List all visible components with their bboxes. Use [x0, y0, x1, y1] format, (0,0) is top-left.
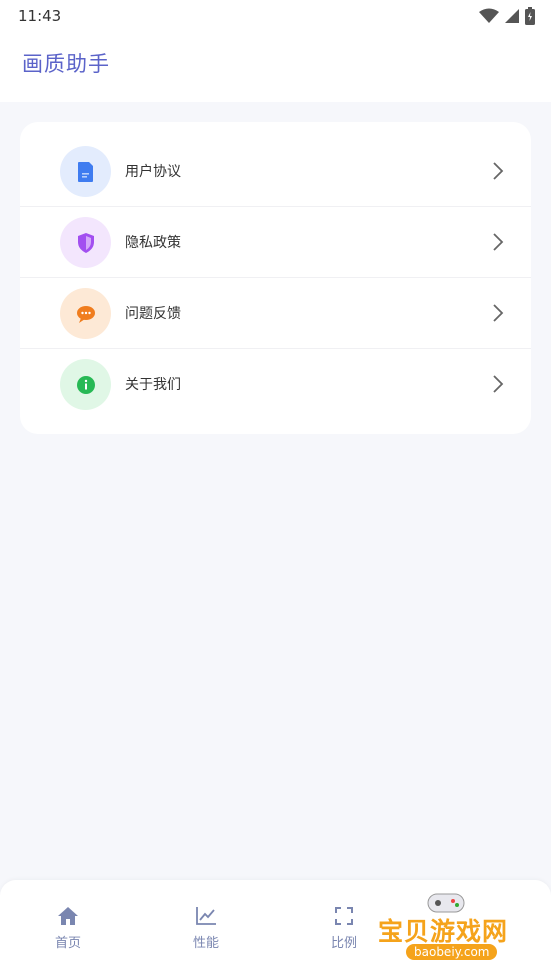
wifi-icon [479, 8, 499, 23]
page-title: 画质助手 [22, 52, 110, 76]
app-header: 画质助手 [0, 32, 551, 102]
battery-icon [525, 7, 535, 25]
status-bar: 11:43 [0, 0, 551, 32]
status-time: 11:43 [18, 7, 62, 25]
signal-icon [505, 9, 519, 23]
fullscreen-icon [335, 907, 353, 925]
watermark-text: 宝贝游戏网 [378, 917, 509, 946]
info-icon [76, 375, 95, 394]
status-icons [479, 6, 535, 26]
tab-performance[interactable]: 性能 [166, 906, 246, 956]
gamepad-icon [427, 893, 465, 913]
menu-card: 用户协议 隐私政策 问题反馈 关于我们 [20, 122, 531, 434]
shield-icon [77, 232, 94, 253]
home-icon [58, 907, 78, 925]
shield-icon-circle [60, 217, 111, 268]
menu-item-label: 用户协议 [125, 164, 181, 180]
chevron-right-icon [493, 233, 504, 251]
document-icon [77, 161, 93, 182]
menu-item-privacy-policy[interactable]: 隐私政策 [20, 207, 531, 278]
tab-home[interactable]: 首页 [28, 906, 108, 956]
menu-item-about-us[interactable]: 关于我们 [20, 349, 531, 420]
chat-bubble-icon [76, 305, 95, 323]
menu-item-label: 关于我们 [125, 377, 181, 393]
menu-item-user-agreement[interactable]: 用户协议 [20, 136, 531, 207]
tab-label: 比例 [330, 936, 357, 951]
line-chart-icon [196, 907, 216, 925]
document-icon-circle [60, 146, 111, 197]
tab-label: 性能 [192, 936, 219, 951]
menu-item-label: 问题反馈 [125, 306, 181, 322]
info-icon-circle [60, 359, 111, 410]
menu-item-feedback[interactable]: 问题反馈 [20, 278, 531, 349]
watermark-url: baobeiy.com [406, 944, 498, 960]
chevron-right-icon [493, 304, 504, 322]
tab-ratio[interactable]: 比例 [304, 906, 384, 956]
watermark-logo: 宝贝游戏网 baobeiy.com [378, 890, 528, 974]
chevron-right-icon [493, 375, 504, 393]
chevron-right-icon [493, 162, 504, 180]
tab-label: 首页 [54, 936, 81, 951]
menu-item-label: 隐私政策 [125, 235, 181, 251]
chat-bubble-icon-circle [60, 288, 111, 339]
